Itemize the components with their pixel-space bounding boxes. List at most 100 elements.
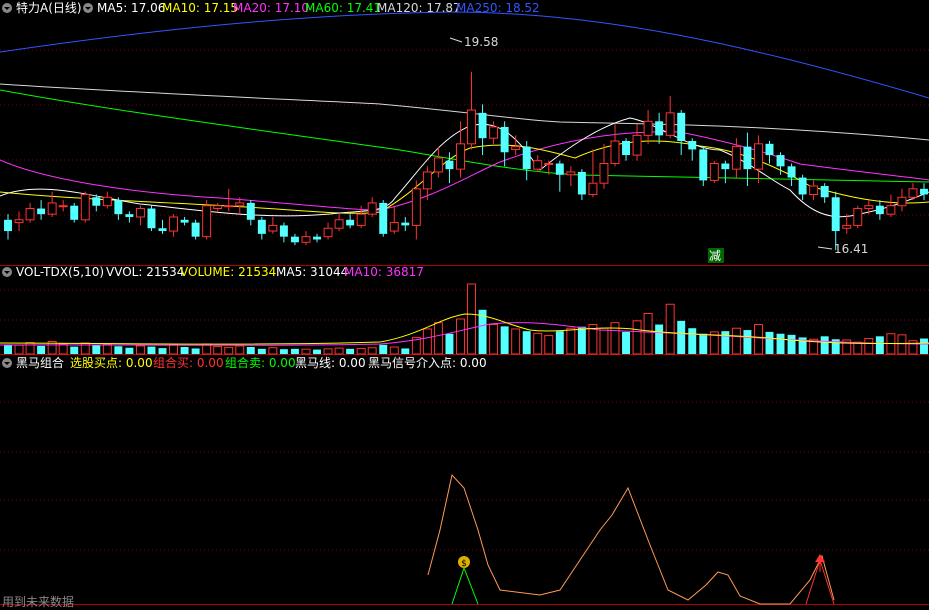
volume-bar bbox=[820, 336, 829, 354]
volume-bar bbox=[677, 320, 686, 354]
ma120-label: MA120: 17.87 bbox=[377, 1, 461, 15]
volume-header: VOL-TDX(5,10) VVOL: 21534 VOLUME: 21534 … bbox=[2, 265, 424, 279]
volume-bar bbox=[346, 348, 355, 354]
volume-bar bbox=[599, 327, 609, 355]
volume-bar bbox=[699, 333, 708, 354]
candle-body bbox=[655, 121, 664, 136]
candle-body bbox=[433, 157, 443, 173]
stock-chart: $ 19.58 16.41 减 特力A(日线) MA5: 17.06 MA10:… bbox=[0, 0, 929, 609]
volume-bar bbox=[401, 348, 410, 354]
combo-buy-label: 组合买: 0.00 bbox=[153, 355, 224, 370]
candle-body bbox=[169, 216, 179, 232]
candle-body bbox=[213, 205, 223, 210]
volume-bar bbox=[632, 320, 642, 355]
volume-bar bbox=[743, 330, 752, 354]
candle-body bbox=[632, 134, 642, 156]
volume-bar bbox=[511, 328, 521, 355]
volume-bar bbox=[180, 347, 189, 354]
candle-body bbox=[467, 109, 476, 145]
candle-body bbox=[731, 146, 741, 170]
candle-body bbox=[290, 236, 299, 243]
combo-sell-line bbox=[451, 566, 479, 605]
volume-bar bbox=[4, 344, 12, 354]
low-annotation: 16.41 bbox=[817, 242, 868, 256]
volume-bar bbox=[92, 345, 101, 354]
candle-body bbox=[665, 112, 675, 136]
volume-bar bbox=[688, 328, 697, 354]
candle-body bbox=[522, 146, 531, 170]
candle-body bbox=[831, 197, 840, 232]
candle-body bbox=[622, 141, 630, 156]
volume-bar bbox=[25, 342, 35, 355]
candle-body bbox=[389, 222, 399, 232]
volume-bar bbox=[433, 322, 443, 355]
candle-body bbox=[456, 143, 465, 170]
volume-bar bbox=[279, 349, 288, 354]
grid-lines bbox=[0, 49, 929, 551]
buy-point-marker: $ bbox=[458, 556, 470, 569]
signal-badge: 减 bbox=[709, 249, 721, 263]
candle-body bbox=[379, 202, 388, 234]
volume-bar bbox=[125, 347, 134, 354]
volume-bar bbox=[566, 327, 576, 355]
volume-bar bbox=[135, 345, 145, 355]
volume-bar bbox=[169, 344, 179, 355]
candle-body bbox=[401, 222, 410, 226]
candle-body bbox=[37, 208, 46, 215]
volume-bar bbox=[577, 326, 586, 354]
volume-bar bbox=[776, 333, 785, 354]
ma250-label: MA250: 18.52 bbox=[456, 1, 540, 15]
volume-bar bbox=[622, 331, 630, 354]
volume-bar bbox=[920, 338, 928, 354]
candle-body bbox=[114, 200, 123, 215]
candle-body bbox=[721, 163, 730, 170]
candle-body bbox=[445, 160, 454, 170]
svg-text:$: $ bbox=[461, 559, 467, 569]
candle-body bbox=[257, 219, 266, 234]
volume-bar bbox=[58, 343, 68, 355]
volume-bar bbox=[367, 347, 377, 355]
candle-body bbox=[511, 146, 521, 150]
candle-body bbox=[897, 196, 907, 207]
candle-body bbox=[346, 219, 355, 226]
volume-bar bbox=[731, 327, 741, 355]
volume-bar bbox=[356, 347, 366, 355]
ma10-label: MA10: 17.15 bbox=[162, 1, 238, 15]
horse-signal-label: 黑马信号介入点: 0.00 bbox=[368, 356, 487, 370]
volume-bar bbox=[147, 346, 156, 354]
candle-body bbox=[334, 219, 344, 229]
volume-bar bbox=[875, 336, 884, 354]
ma60-label: MA60: 17.41 bbox=[305, 1, 381, 15]
volume-bar bbox=[246, 347, 255, 354]
candle-body bbox=[544, 163, 554, 166]
volume-bar bbox=[721, 331, 730, 354]
candle-body bbox=[699, 149, 708, 181]
candle-body bbox=[147, 208, 156, 229]
candle-body bbox=[842, 224, 852, 229]
volume-bar bbox=[456, 318, 465, 355]
volume-bar bbox=[655, 324, 664, 354]
candle-body bbox=[533, 160, 543, 170]
candle-body bbox=[798, 177, 807, 195]
volume-bar bbox=[522, 331, 531, 354]
buy-point-label: 选股买点: 0.00 bbox=[70, 356, 153, 370]
volume-title: VOL-TDX(5,10) bbox=[16, 265, 104, 279]
candle-body bbox=[743, 146, 752, 170]
candle-body bbox=[489, 126, 499, 139]
volume-bar bbox=[213, 346, 223, 355]
candle-body bbox=[411, 188, 421, 226]
candle-body bbox=[588, 182, 598, 195]
high-annotation: 19.58 bbox=[449, 35, 498, 49]
volume-bar bbox=[379, 344, 388, 354]
candle-body bbox=[809, 185, 819, 195]
candle-body bbox=[753, 143, 763, 170]
volume-bar bbox=[467, 283, 476, 355]
volume-bar bbox=[610, 322, 620, 355]
candle-body bbox=[577, 171, 586, 195]
volume-bar bbox=[102, 343, 112, 355]
candle-body bbox=[566, 171, 576, 176]
candle-body bbox=[268, 224, 278, 232]
volume-bar bbox=[313, 349, 321, 354]
volume-bar bbox=[787, 334, 796, 354]
candle-body bbox=[356, 213, 366, 226]
